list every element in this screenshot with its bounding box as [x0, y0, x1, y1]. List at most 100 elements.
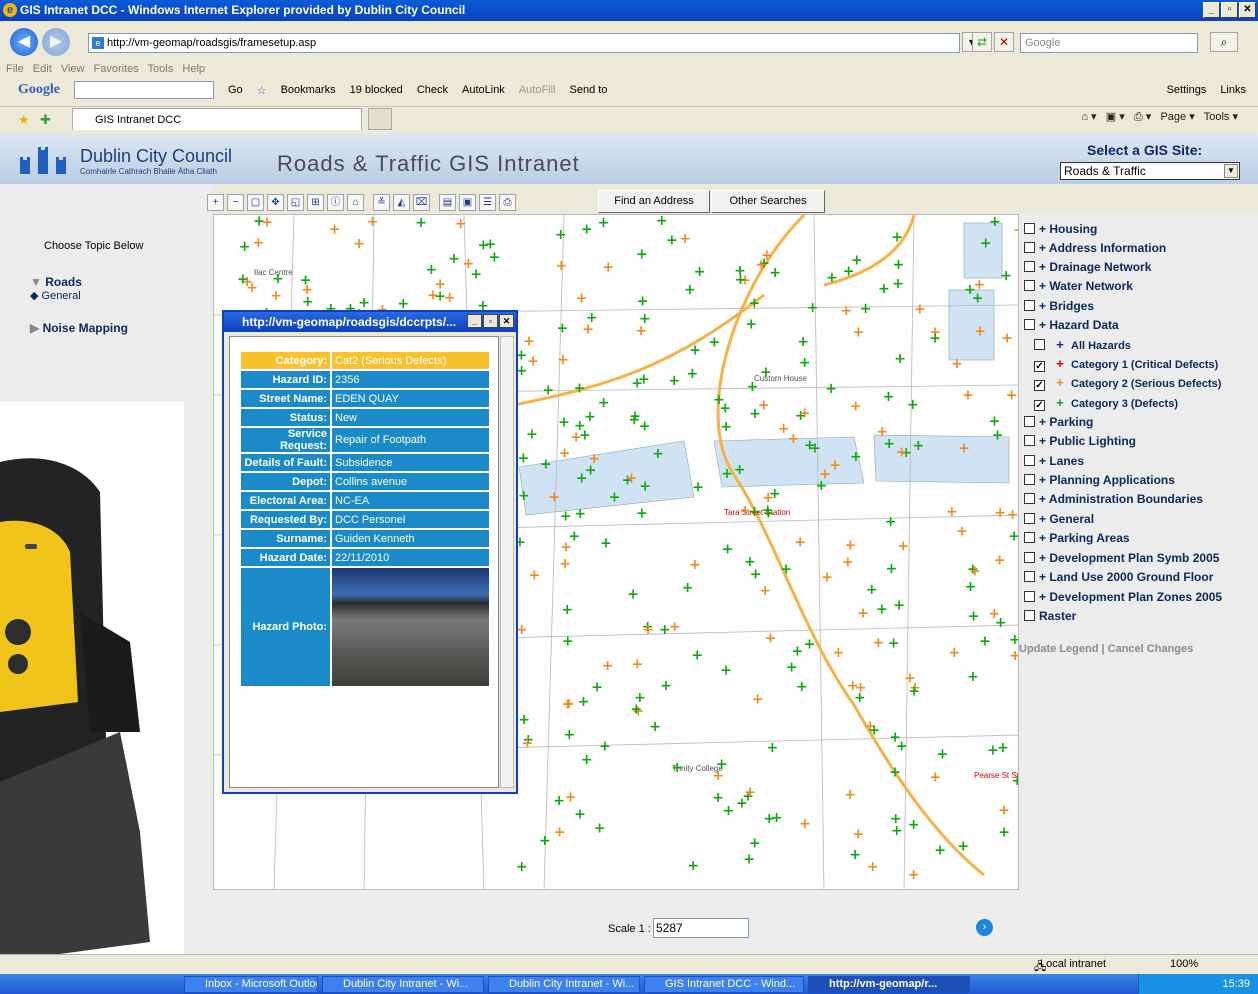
hazard-marker[interactable]: +	[854, 690, 866, 706]
legend-all-hazards[interactable]: + All Hazards	[1034, 336, 1131, 354]
maximize-button[interactable]: ▫	[1221, 2, 1238, 18]
legend-icon[interactable]: ☰	[479, 193, 496, 211]
hazard-marker[interactable]: +	[913, 438, 925, 454]
hazard-marker[interactable]: +	[649, 719, 661, 735]
hazard-marker[interactable]: +	[720, 419, 732, 435]
legend-land-use[interactable]: + Land Use 2000 Ground Floor	[1024, 568, 1213, 586]
hazard-marker[interactable]: +	[639, 478, 651, 494]
menu-edit[interactable]: Edit	[33, 63, 52, 75]
checkbox[interactable]	[1024, 571, 1035, 582]
hazard-marker[interactable]: +	[1006, 388, 1018, 404]
hazard-marker[interactable]: +	[689, 557, 701, 573]
checkbox[interactable]	[1024, 474, 1035, 485]
hazard-marker[interactable]: +	[968, 609, 980, 625]
hazard-marker[interactable]: +	[893, 257, 905, 273]
hazard-marker[interactable]: +	[759, 583, 771, 599]
hazard-marker[interactable]: +	[873, 635, 885, 651]
links-button[interactable]: Links	[1220, 84, 1246, 96]
hazard-marker[interactable]: +	[749, 504, 761, 520]
hazard-marker[interactable]: +	[799, 816, 811, 832]
hazard-marker[interactable]: +	[540, 457, 552, 473]
hazard-marker[interactable]: +	[796, 679, 808, 695]
tools-menu[interactable]: Tools	[1204, 111, 1230, 123]
hazard-marker[interactable]: +	[886, 561, 898, 577]
autofill-button[interactable]: AutoFill	[519, 84, 556, 96]
hazard-marker[interactable]: +	[934, 843, 946, 859]
hazard-marker[interactable]: +	[415, 215, 427, 231]
hazard-marker[interactable]: +	[716, 757, 728, 773]
hazard-marker[interactable]: +	[1009, 648, 1019, 664]
checkbox[interactable]	[1024, 319, 1035, 330]
hazard-marker[interactable]: +	[994, 505, 1006, 521]
hazard-marker[interactable]: +	[745, 316, 757, 332]
clear-icon[interactable]: ⌧	[413, 193, 430, 211]
hazard-marker[interactable]: +	[998, 825, 1010, 841]
hazard-marker[interactable]: +	[548, 490, 560, 506]
hazard-marker[interactable]: +	[914, 302, 926, 318]
hazard-marker[interactable]: +	[721, 466, 733, 482]
hazard-marker[interactable]: +	[850, 449, 862, 465]
hazard-marker[interactable]: +	[632, 657, 644, 673]
popup-maximize-button[interactable]: ▫	[483, 314, 498, 328]
checkbox[interactable]	[1024, 435, 1035, 446]
legend-water[interactable]: + Water Network	[1024, 277, 1133, 295]
hazard-marker[interactable]: +	[743, 851, 755, 867]
hazard-marker[interactable]: +	[734, 462, 746, 478]
hazard-marker[interactable]: +	[574, 380, 586, 396]
hazard-marker[interactable]: +	[980, 235, 992, 251]
checkbox[interactable]	[1024, 610, 1035, 621]
hazard-marker[interactable]: +	[584, 409, 596, 425]
hazard-marker[interactable]: +	[694, 264, 706, 280]
hazard-marker[interactable]: +	[889, 764, 901, 780]
hazard-marker[interactable]: +	[560, 540, 572, 556]
hazard-marker[interactable]: +	[588, 451, 600, 467]
legend-cat3[interactable]: ✓ + Category 3 (Defects)	[1034, 394, 1178, 412]
check-button[interactable]: Check	[417, 84, 448, 96]
home-icon[interactable]: ⌂	[1081, 111, 1088, 123]
update-legend-link[interactable]: Update Legend	[1019, 643, 1098, 655]
measure-icon[interactable]: ≚	[373, 193, 390, 211]
hazard-marker[interactable]: +	[542, 383, 554, 399]
hazard-marker[interactable]: +	[929, 770, 941, 786]
hazard-marker[interactable]: +	[560, 508, 572, 524]
legend-bridges[interactable]: + Bridges	[1024, 297, 1094, 315]
hazard-marker[interactable]: +	[778, 421, 790, 437]
hazard-marker[interactable]: +	[576, 291, 588, 307]
legend-admin-boundaries[interactable]: + Administration Boundaries	[1024, 490, 1203, 508]
hazard-marker[interactable]: +	[1009, 632, 1019, 648]
hazard-marker[interactable]: +	[609, 490, 621, 506]
search-icon[interactable]: ⌕	[1210, 32, 1238, 52]
menu-view[interactable]: View	[61, 63, 85, 75]
hazard-marker[interactable]: +	[907, 397, 919, 413]
legend-cat1[interactable]: ✓ + Category 1 (Critical Defects)	[1034, 355, 1218, 373]
hazard-marker[interactable]: +	[470, 267, 482, 283]
hazard-marker[interactable]: +	[516, 859, 528, 875]
settings-button[interactable]: Settings	[1167, 84, 1207, 96]
hazard-marker[interactable]: +	[749, 296, 761, 312]
legend-cat2[interactable]: ✓ + Category 2 (Serious Defects)	[1034, 374, 1221, 392]
hazard-marker[interactable]: +	[527, 353, 539, 369]
legend-address[interactable]: + Address Information	[1024, 239, 1166, 257]
hazard-marker[interactable]: +	[891, 229, 903, 245]
menu-file[interactable]: File	[6, 63, 24, 75]
overview-icon[interactable]: ▣	[459, 193, 476, 211]
hazard-marker[interactable]: +	[684, 282, 696, 298]
checkbox[interactable]	[1024, 591, 1035, 602]
hazard-marker[interactable]: +	[998, 803, 1010, 819]
hazard-marker[interactable]: +	[720, 662, 732, 678]
hazard-marker[interactable]: +	[668, 373, 680, 389]
autolink-button[interactable]: AutoLink	[462, 84, 505, 96]
hazard-marker[interactable]: +	[972, 290, 984, 306]
hazard-marker[interactable]: +	[1007, 507, 1019, 523]
hazard-marker[interactable]: +	[448, 251, 460, 267]
hazard-marker[interactable]: +	[574, 806, 586, 822]
hazard-marker[interactable]: +	[300, 272, 312, 288]
hazard-marker[interactable]: +	[767, 740, 779, 756]
hazard-marker[interactable]: +	[367, 215, 379, 230]
hazard-marker[interactable]: +	[329, 222, 341, 238]
hazard-marker[interactable]: +	[929, 331, 941, 347]
hazard-marker[interactable]: +	[883, 389, 895, 405]
checkbox[interactable]	[1024, 416, 1035, 427]
hazard-marker[interactable]: +	[850, 398, 862, 414]
taskbar-item-intranet-1[interactable]: Dublin City Intranet - Wi...	[322, 976, 484, 993]
